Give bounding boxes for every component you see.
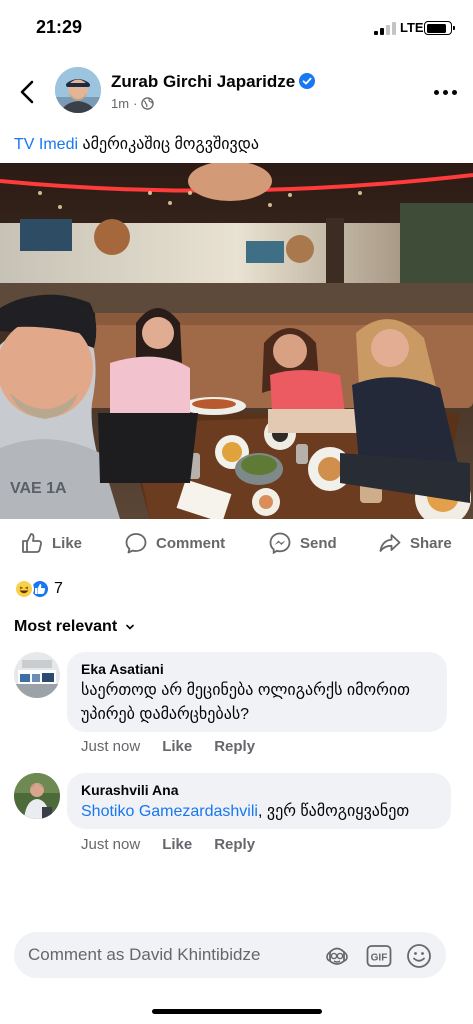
comment-avatar[interactable]: [14, 652, 60, 698]
comment-mention-link[interactable]: Shotiko Gamezardashvili: [81, 803, 258, 820]
like-icon: [22, 533, 42, 553]
comment-icon: [125, 533, 147, 554]
comment-actions: Just now Like Reply: [81, 836, 255, 853]
comment-time: Just now: [81, 836, 141, 853]
more-icon: [433, 89, 439, 95]
share-button[interactable]: Share: [378, 528, 452, 558]
status-bar: 21:29 LTE: [0, 0, 473, 56]
comment-avatar[interactable]: [14, 773, 60, 819]
more-options-button[interactable]: [432, 82, 458, 102]
comment-composer: GIF: [14, 932, 446, 978]
comment-like-button[interactable]: Like: [162, 836, 192, 853]
post-actions: Like Comment Send Share: [0, 528, 473, 558]
reaction-count: 7: [54, 580, 63, 597]
avatar-sticker-icon: [326, 947, 348, 965]
signal-icon: [374, 22, 396, 35]
comment-button[interactable]: Comment: [124, 528, 225, 558]
comment-author[interactable]: Eka Asatiani: [81, 661, 433, 677]
gif-icon: GIF: [366, 945, 392, 967]
comment-input[interactable]: [28, 945, 298, 965]
post-text: TV Imedi ამერიკაშიც მოგვშივდა: [14, 134, 259, 154]
like-label: Like: [52, 534, 83, 552]
post-meta: 1m ·: [111, 96, 155, 111]
author-avatar[interactable]: [55, 67, 101, 113]
post-time[interactable]: 1m: [111, 96, 129, 111]
svg-text:VAE 1A: VAE 1A: [10, 480, 67, 497]
comment-text-rest: , ვერ წამოგიყვანეთ: [257, 803, 410, 820]
gif-button[interactable]: GIF: [365, 942, 393, 970]
battery-icon: [424, 21, 455, 35]
send-button[interactable]: Send: [268, 528, 337, 558]
author-name-text[interactable]: Zurab Girchi Japaridze: [111, 72, 295, 91]
share-icon: [379, 534, 401, 552]
comment-sort-dropdown[interactable]: Most relevant: [14, 618, 135, 636]
sort-label: Most relevant: [14, 618, 118, 635]
reaction-summary[interactable]: 7: [14, 578, 63, 600]
comment-reply-button[interactable]: Reply: [214, 836, 255, 853]
verified-badge-icon: [299, 73, 316, 89]
comment-text: Shotiko Gamezardashvili, ვერ წამოგიყვანე…: [81, 800, 437, 824]
share-label: Share: [410, 534, 452, 552]
emoji-icon: [407, 944, 431, 968]
post-photo[interactable]: VAE 1A: [0, 163, 473, 519]
back-arrow-icon: [20, 80, 34, 104]
comment-time: Just now: [81, 738, 141, 755]
comment-author[interactable]: Kurashvili Ana: [81, 782, 437, 798]
comment-bubble[interactable]: Eka Asatiani საერთოდ არ მეცინება ოლიგარქ…: [67, 652, 447, 732]
post-author[interactable]: Zurab Girchi Japaridze: [111, 72, 316, 92]
send-label: Send: [300, 534, 337, 552]
haha-reaction-icon: [14, 579, 34, 599]
home-indicator[interactable]: [152, 1009, 322, 1014]
messenger-icon: [269, 532, 291, 555]
network-label: LTE: [400, 20, 424, 35]
post-body: ამერიკაშიც მოგვშივდა: [78, 136, 259, 153]
comment-reply-button[interactable]: Reply: [214, 738, 255, 755]
globe-icon: [141, 97, 155, 110]
chevron-down-icon: [126, 624, 134, 630]
avatar-sticker-button[interactable]: [323, 942, 351, 970]
tagged-page-link[interactable]: TV Imedi: [14, 136, 78, 153]
comment-actions: Just now Like Reply: [81, 738, 255, 755]
comment-text: საერთოდ არ მეცინება ოლიგარქს იმორით უპირ…: [81, 682, 410, 723]
comment-like-button[interactable]: Like: [162, 738, 192, 755]
comment-bubble[interactable]: Kurashvili Ana Shotiko Gamezardashvili, …: [67, 773, 451, 829]
comment-label: Comment: [156, 534, 226, 552]
status-time: 21:29: [36, 17, 83, 37]
svg-text:GIF: GIF: [371, 953, 388, 964]
back-button[interactable]: [14, 76, 42, 108]
emoji-button[interactable]: [405, 942, 433, 970]
like-button[interactable]: Like: [20, 528, 82, 558]
